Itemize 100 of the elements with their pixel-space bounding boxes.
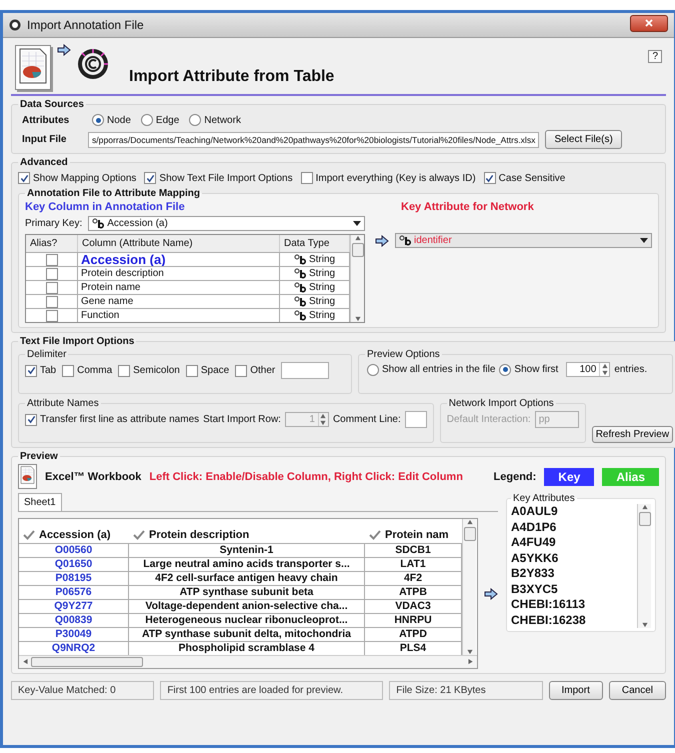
sheet-tab[interactable]: Sheet1 [18,493,62,511]
other-delimiter-field[interactable] [281,362,330,379]
close-icon [645,19,653,27]
vertical-scrollbar[interactable] [462,519,476,655]
help-button[interactable]: ? [648,50,662,63]
table-cell: Protein name [78,280,280,294]
comment-line-field[interactable] [404,411,427,428]
scroll-arrow-icon[interactable] [22,659,28,665]
field-label: Input File [22,134,68,145]
dialog-button[interactable]: Cancel [608,681,666,700]
column-header[interactable]: Accession (a) [19,519,129,543]
table-cell: P06576 [19,585,129,599]
checkbox-label: Other [250,365,276,376]
status-field: Key-Value Matched: 0 [11,681,154,700]
checkbox[interactable] [46,254,58,266]
section-title: Data Sources [19,99,85,110]
table-cell: Syntenin-1 [129,543,365,557]
field-label: Primary Key: [25,218,82,229]
section-title: Attribute Names [26,398,100,409]
app-icon [9,19,21,31]
checkbox[interactable] [235,364,248,376]
key-attribute-title: Key Attribute for Network [401,201,535,213]
vertical-scrollbar[interactable] [350,235,364,322]
column-header[interactable]: Protein description [129,519,365,543]
scroll-thumb[interactable] [464,527,476,541]
checkbox[interactable] [186,364,198,376]
refresh-preview-button[interactable]: Refresh Preview [592,426,674,443]
scroll-arrow-icon[interactable] [642,622,648,628]
entries-spinner[interactable]: 100 [566,362,610,377]
close-button[interactable] [630,14,668,32]
scroll-thumb[interactable] [31,657,143,667]
section-title: Network Import Options [448,398,555,409]
table-cell: Gene name [78,294,280,308]
checkbox-label: Comma [77,365,112,376]
table-cell: P30049 [19,627,129,641]
scroll-arrow-icon[interactable] [466,519,472,525]
field-label: Comment Line: [332,414,401,425]
checkbox[interactable] [18,172,30,184]
key-attribute-item: CHEBI:16238 [511,612,587,628]
checkbox-label: Import everything (Key is always ID) [316,172,476,184]
radio-button[interactable] [189,114,202,126]
checkbox-label: Semicolon [133,365,180,376]
scroll-thumb[interactable] [638,512,650,526]
checkbox-label: Show Text File Import Options [159,172,293,184]
table-cell: Accession (a) [78,252,280,266]
legend-chip: Key [544,468,594,486]
radio-button[interactable] [92,114,104,126]
dialog-button[interactable]: Import [548,681,603,700]
checkbox[interactable] [62,364,74,376]
spinner-suffix: entries. [614,364,648,375]
checkbox[interactable] [118,364,130,376]
scroll-arrow-icon[interactable] [354,235,360,241]
status-field: First 100 entries are loaded for preview. [160,681,384,700]
checkbox[interactable] [300,172,313,184]
checkbox[interactable] [46,282,58,294]
scroll-arrow-icon[interactable] [642,504,648,510]
select-file-button[interactable]: Select File(s) [545,130,622,149]
arrow-icon [57,44,71,56]
key-attribute-item: A4D1P6 [511,520,558,535]
scroll-thumb[interactable] [352,243,364,257]
radio-label: Show first [514,364,558,375]
radio-button[interactable] [367,364,379,376]
vertical-scrollbar[interactable] [637,504,651,628]
file-type-label: Excel™ Workbook [45,470,142,482]
table-cell: String [308,253,336,266]
text-type-icon [294,268,306,279]
caret-icon [353,221,361,226]
field-label: Attributes [22,114,70,126]
horizontal-scrollbar[interactable] [19,655,477,668]
checkbox[interactable] [25,364,37,376]
checkbox[interactable] [484,172,496,184]
column-header[interactable]: Protein nam [365,519,462,543]
checkbox[interactable] [144,172,156,184]
checkbox-label: Case Sensitive [498,172,566,184]
radio-label: Network [204,114,241,126]
table-cell: Protein description [78,266,280,280]
arrow-button-icon [375,234,389,246]
key-attribute-dropdown[interactable]: identifier [395,233,652,248]
file-path-field[interactable]: s/pporras/Documents/Teaching/Network%20and%20pathways%20for%20biologists/Tutorial%20files/Node_Attrs.xlsx [88,132,540,148]
radio-button[interactable] [499,364,512,376]
key-attribute-item: A0AUL9 [511,504,559,520]
spreadsheet-pie-icon [18,48,48,84]
table-cell: ATP synthase subunit delta, mitochondria [129,627,365,641]
checkbox[interactable] [46,296,58,308]
section-title: Preview Options [366,349,441,360]
table-cell: Voltage-dependent anion-selective cha... [129,599,365,613]
table-cell: 4F2 cell-surface antigen heavy chain [129,571,365,585]
section-title: Annotation File to Attribute Mapping [26,188,201,199]
column-header: Alias? [26,235,78,252]
table-cell: String [308,309,336,322]
section-title: Advanced [19,157,69,168]
scroll-arrow-icon[interactable] [354,316,360,322]
primary-key-dropdown[interactable]: Accession (a) [88,216,365,231]
checkbox[interactable] [46,268,58,280]
status-field: File Size: 21 KBytes [389,681,543,700]
table-cell: P08195 [19,571,129,585]
checkbox[interactable] [46,310,58,322]
checkbox[interactable] [25,414,37,426]
radio-button[interactable] [140,114,153,126]
text-type-icon [294,310,306,321]
